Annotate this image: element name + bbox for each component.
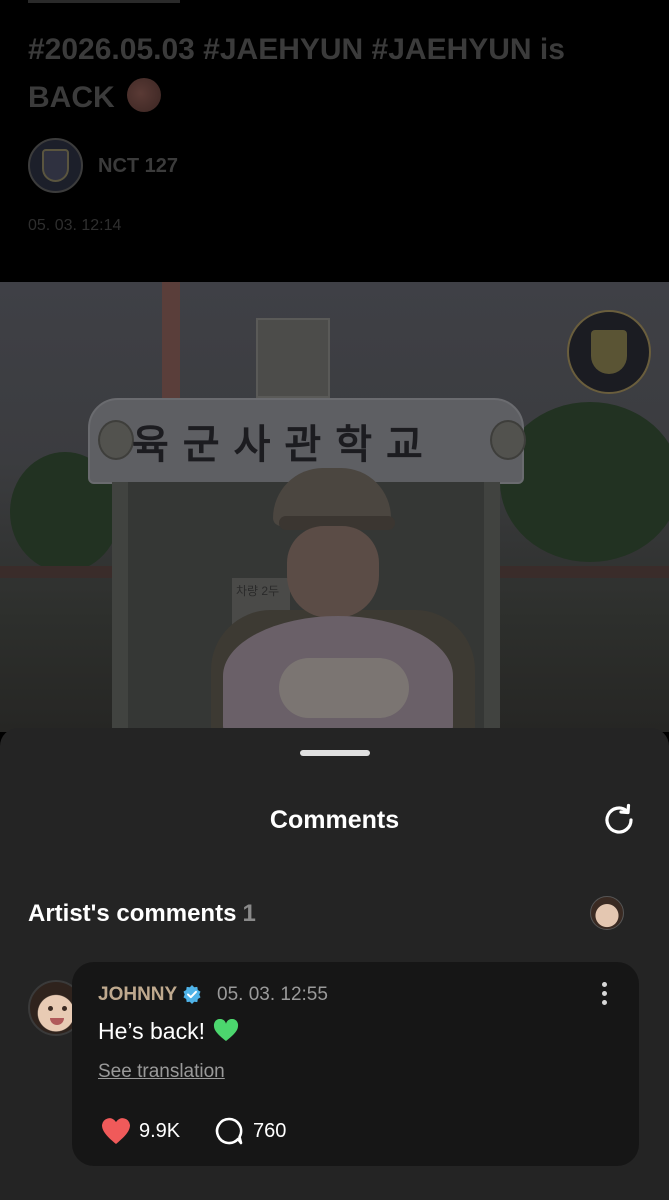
like-count: 9.9K — [139, 1120, 181, 1142]
sign-emblem-right — [490, 420, 526, 460]
author-avatar[interactable] — [28, 138, 83, 193]
badge-shield-icon — [591, 330, 627, 374]
see-translation-link[interactable]: See translation — [98, 1061, 225, 1083]
ac-unit — [256, 318, 330, 398]
nct-logo-badge-icon — [567, 310, 651, 394]
comments-title: Comments — [269, 806, 400, 834]
comment-bubble[interactable]: JOHNNY 05. 03. 12:55 He’s back! See tran… — [72, 962, 639, 1166]
refresh-icon[interactable] — [601, 802, 637, 838]
avatar-mouth — [50, 1018, 64, 1025]
top-divider — [28, 0, 180, 3]
sheet-drag-handle[interactable] — [300, 750, 370, 756]
post-photo[interactable]: 육군사관학교 차량 2두 — [0, 282, 669, 732]
comments-sheet: Comments Artist's comments 1 JOHNNY 05. 0… — [0, 728, 669, 1200]
peach-emoji-icon — [127, 78, 162, 112]
post-title-text: #2026.05.03 #JAEHYUN #JAEHYUN is BACK — [28, 33, 565, 114]
avatar-eye-right — [62, 1006, 67, 1011]
artist-comments-count: 1 — [242, 900, 256, 927]
gate-pole — [162, 282, 180, 402]
verified-badge-icon — [183, 985, 201, 1004]
tree-right — [500, 402, 669, 562]
booth-sign-text: 육군사관학교 — [132, 422, 437, 468]
avatar-eye-left — [48, 1006, 53, 1011]
sign-emblem-left — [98, 420, 134, 460]
nct-crest-icon — [42, 149, 69, 182]
bouquet-flowers — [279, 658, 409, 718]
post-title: #2026.05.03 #JAEHYUN #JAEHYUN is BACK — [28, 26, 648, 122]
artist-comments-header: Artist's comments 1 — [28, 900, 256, 928]
heart-like-icon[interactable] — [100, 1116, 132, 1146]
post-timestamp: 05. 03. 12:14 — [28, 217, 122, 234]
reply-count: 760 — [253, 1120, 287, 1142]
reply-bubble-icon[interactable] — [214, 1116, 244, 1146]
artist-comments-label: Artist's comments — [28, 900, 237, 927]
soldier-face — [287, 526, 379, 618]
green-heart-emoji-icon — [214, 1019, 239, 1041]
comment-time: 05. 03. 12:55 — [217, 984, 328, 1005]
comment-text-body: He’s back! — [98, 1018, 205, 1044]
author-name[interactable]: NCT 127 — [98, 155, 178, 178]
comment-author[interactable]: JOHNNY — [98, 984, 177, 1006]
comment-text: He’s back! — [98, 1018, 239, 1045]
artist-avatar-mini[interactable] — [590, 896, 624, 930]
post-header: #2026.05.03 #JAEHYUN #JAEHYUN is BACK NC… — [0, 0, 669, 282]
soldier-figure — [183, 468, 495, 732]
more-options-icon[interactable] — [594, 982, 614, 1008]
